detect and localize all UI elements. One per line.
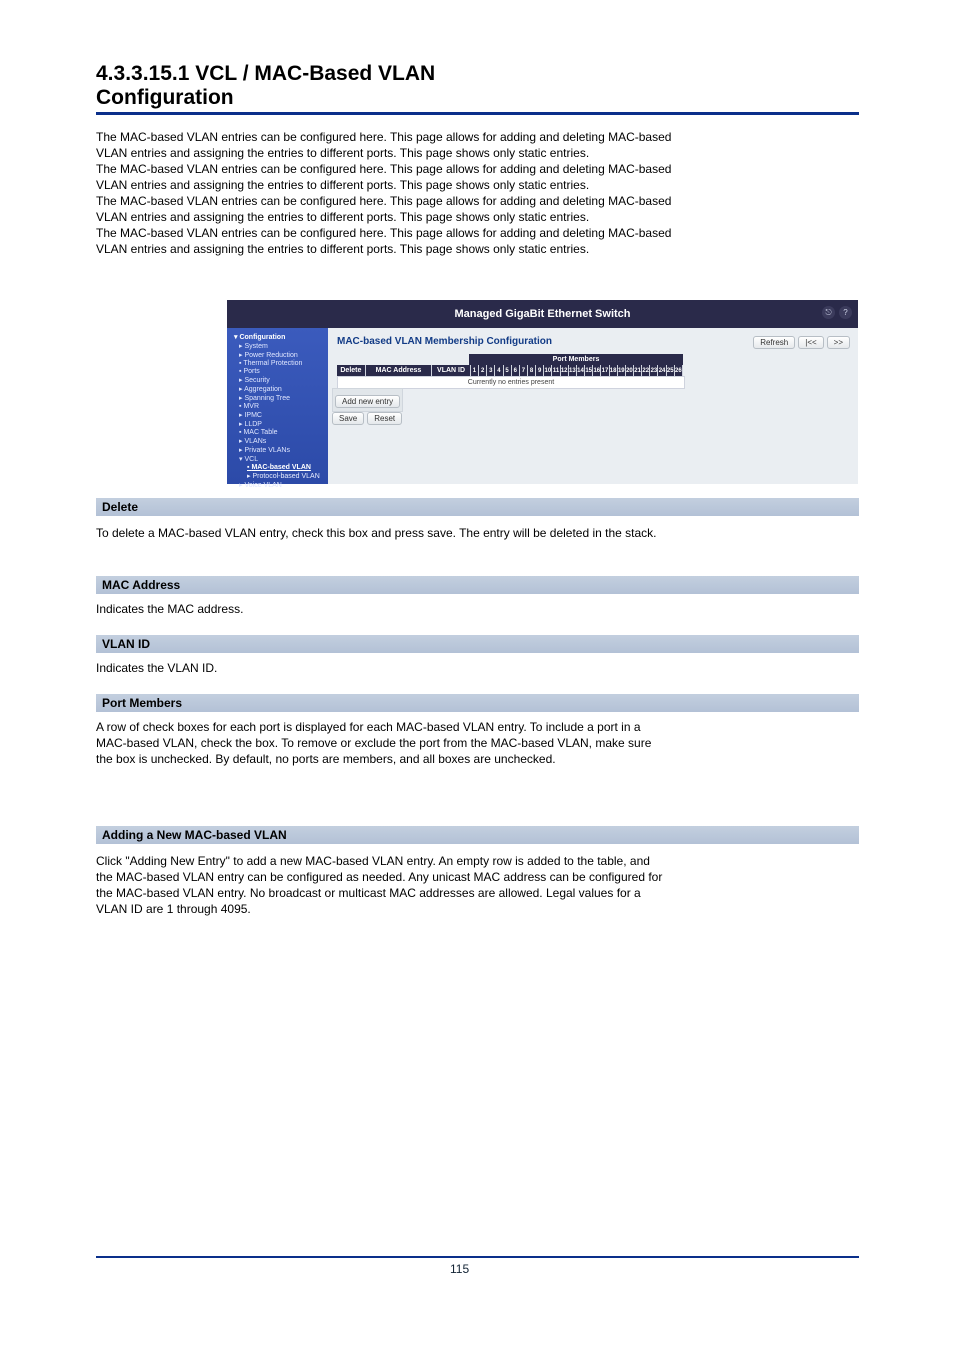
sidebar-item-system[interactable]: ▸ System — [239, 342, 324, 350]
embedded-screenshot: Managed GigaBit Ethernet Switch ⎋ ? ▾ Co… — [227, 300, 858, 484]
intro-text: VLAN entries and assigning the entries t… — [96, 210, 859, 226]
refresh-button[interactable]: Refresh — [753, 336, 795, 349]
section-heading-adding-new: Adding a New MAC-based VLAN — [96, 826, 859, 844]
app-title: Managed GigaBit Ethernet Switch — [227, 308, 858, 320]
table-header-row: Delete MAC Address VLAN ID 1 2 3 4 5 6 7… — [337, 365, 683, 376]
section-body: the box is unchecked. By default, no por… — [96, 752, 859, 768]
footer-rule — [96, 1256, 859, 1258]
col-port: 20 — [626, 365, 634, 376]
col-port: 8 — [528, 365, 536, 376]
port-members-header: Port Members — [469, 354, 683, 365]
col-port: 3 — [487, 365, 495, 376]
col-vlan: VLAN ID — [432, 365, 471, 376]
col-port: 7 — [520, 365, 528, 376]
col-port: 26 — [675, 365, 683, 376]
col-port: 17 — [601, 365, 609, 376]
sidebar-item-lldp[interactable]: ▸ LLDP — [239, 420, 324, 428]
section-body: VLAN ID are 1 through 4095. — [96, 902, 859, 918]
pane-title: MAC-based VLAN Membership Configuration — [337, 336, 552, 347]
col-port: 11 — [552, 365, 560, 376]
add-entry-box: Add new entry — [332, 388, 403, 412]
intro-text: The MAC-based VLAN entries can be config… — [96, 162, 859, 178]
section-heading-port-members: Port Members — [96, 694, 859, 712]
section-heading-delete: Delete — [96, 498, 859, 516]
sidebar-item-spanning-tree[interactable]: ▸ Spanning Tree — [239, 394, 324, 402]
sidebar: ▾ Configuration ▸ System ▸ Power Reducti… — [227, 328, 328, 484]
col-port: 22 — [642, 365, 650, 376]
nav-first-button[interactable]: |<< — [798, 336, 823, 349]
sidebar-item-thermal-protection[interactable]: ▪ Thermal Protection — [239, 360, 324, 367]
section-body: Indicates the VLAN ID. — [96, 661, 859, 677]
sidebar-item-configuration[interactable]: ▾ Configuration — [234, 333, 324, 341]
intro-text: The MAC-based VLAN entries can be config… — [96, 194, 859, 210]
page-heading-line2: Configuration — [96, 86, 234, 110]
sidebar-item-aggregation[interactable]: ▸ Aggregation — [239, 385, 324, 393]
intro-text: VLAN entries and assigning the entries t… — [96, 242, 859, 258]
section-heading-vlan-id: VLAN ID — [96, 635, 859, 653]
col-port: 9 — [536, 365, 544, 376]
intro-text: VLAN entries and assigning the entries t… — [96, 146, 859, 162]
section-body: MAC-based VLAN, check the box. To remove… — [96, 736, 859, 752]
col-port: 14 — [577, 365, 585, 376]
col-port: 24 — [658, 365, 666, 376]
sidebar-item-mvr[interactable]: ▪ MVR — [239, 403, 324, 410]
section-body: A row of check boxes for each port is di… — [96, 720, 859, 736]
sidebar-item-voice-vlan[interactable]: ▸ Voice VLAN — [239, 481, 324, 489]
help-icon[interactable]: ? — [839, 306, 852, 319]
col-port: 15 — [585, 365, 593, 376]
section-body: Indicates the MAC address. — [96, 602, 859, 618]
sidebar-item-vcl[interactable]: ▾ VCL — [239, 455, 324, 463]
section-body: Click "Adding New Entry" to add a new MA… — [96, 854, 859, 870]
sidebar-item-security[interactable]: ▸ Security — [239, 376, 324, 384]
col-port: 12 — [561, 365, 569, 376]
col-port: 5 — [504, 365, 512, 376]
add-new-entry-button[interactable]: Add new entry — [335, 395, 400, 408]
content-pane: MAC-based VLAN Membership Configuration … — [328, 328, 858, 484]
col-port: 6 — [512, 365, 520, 376]
col-port: 21 — [634, 365, 642, 376]
intro-text: The MAC-based VLAN entries can be config… — [96, 130, 859, 146]
col-port: 10 — [544, 365, 552, 376]
section-body: To delete a MAC-based VLAN entry, check … — [96, 526, 859, 542]
sidebar-item-private-vlans[interactable]: ▸ Private VLANs — [239, 446, 324, 454]
section-body: the MAC-based VLAN entry. No broadcast o… — [96, 886, 859, 902]
col-mac: MAC Address — [366, 365, 432, 376]
save-button[interactable]: Save — [332, 412, 364, 425]
page-heading-line1: 4.3.3.15.1 VCL / MAC-Based VLAN — [96, 62, 435, 86]
col-port: 4 — [495, 365, 503, 376]
col-port: 13 — [569, 365, 577, 376]
nav-next-button[interactable]: >> — [827, 336, 850, 349]
header-rule — [96, 112, 859, 115]
reset-button[interactable]: Reset — [367, 412, 402, 425]
col-port: 23 — [650, 365, 658, 376]
intro-text: VLAN entries and assigning the entries t… — [96, 178, 859, 194]
col-port: 2 — [479, 365, 487, 376]
col-port: 16 — [593, 365, 601, 376]
app-titlebar: Managed GigaBit Ethernet Switch ⎋ ? — [227, 300, 858, 328]
col-port: 18 — [610, 365, 618, 376]
col-port: 1 — [471, 365, 479, 376]
section-heading-mac-address: MAC Address — [96, 576, 859, 594]
col-port: 25 — [667, 365, 675, 376]
page-number: 115 — [450, 1262, 469, 1276]
intro-text: The MAC-based VLAN entries can be config… — [96, 226, 859, 242]
sidebar-item-vlans[interactable]: ▸ VLANs — [239, 437, 324, 445]
sidebar-item-protocol-based-vlan[interactable]: ▸ Protocol-based VLAN — [247, 472, 324, 480]
sidebar-item-power-reduction[interactable]: ▸ Power Reduction — [239, 351, 324, 359]
logout-icon[interactable]: ⎋ — [822, 306, 835, 319]
sidebar-item-ports[interactable]: ▪ Ports — [239, 368, 324, 375]
sidebar-item-ipmc[interactable]: ▸ IPMC — [239, 411, 324, 419]
section-body: the MAC-based VLAN entry can be configur… — [96, 870, 859, 886]
col-delete: Delete — [337, 365, 366, 376]
col-port: 19 — [618, 365, 626, 376]
sidebar-item-mac-based-vlan[interactable]: ▪ MAC-based VLAN — [247, 464, 324, 471]
sidebar-item-mac-table[interactable]: ▪ MAC Table — [239, 429, 324, 436]
